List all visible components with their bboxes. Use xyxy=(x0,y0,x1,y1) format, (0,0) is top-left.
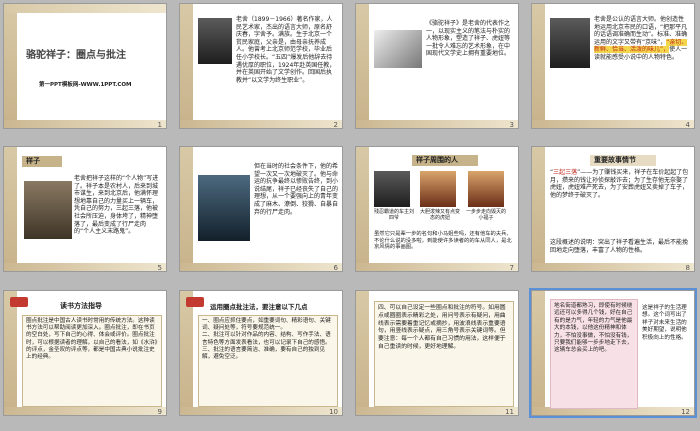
slide-frame xyxy=(180,291,193,415)
slide-body-text: 地名街道都熟习，即使有时候绕远还可以多得几个钱，好在自己有的是力气，年轻的力气是… xyxy=(554,303,633,354)
slide-frame xyxy=(356,147,369,271)
illustration-image xyxy=(374,30,422,68)
slide-number: 3 xyxy=(509,121,514,129)
slide-frame xyxy=(532,263,694,271)
slide-number: 9 xyxy=(157,408,162,416)
book-icon xyxy=(186,297,204,307)
slide-body-text: 四、可以自己设定一些圈点和批注的符号。如用圆点或圈圈表示精彩之处，用问号表示有疑… xyxy=(378,305,506,350)
slide-frame xyxy=(532,291,545,415)
slide-number: 4 xyxy=(685,121,690,129)
slide-title: 重要故事情节 xyxy=(590,155,656,166)
slide-body-text: 但在当时的社会条件下，他的希望一次又一次地破灭了。他与命运的抗争最终以惨败告终，… xyxy=(254,163,339,216)
slide-body-text: 虽然它只是辈一步的名句和小马姐些吗，还有他车的夫兵、不论什么说的没多啦，到能使许… xyxy=(374,231,512,251)
character-photo xyxy=(24,181,72,239)
slide-number: 1 xyxy=(157,121,162,129)
slide-title: 祥子 xyxy=(22,156,62,167)
author-photo xyxy=(550,18,590,68)
slide-thumbnail-11[interactable]: 四、可以自己设定一些圈点和批注的符号。如用圆点或圈圈表示精彩之处，用问号表示有疑… xyxy=(355,290,519,416)
character-caption: 一步步走向毁灭的小福子 xyxy=(465,209,506,222)
slide-number: 12 xyxy=(681,408,690,416)
slide-frame xyxy=(4,4,17,128)
slide-frame xyxy=(180,407,342,415)
highlighted-text: 三起三落 xyxy=(553,169,578,176)
slide-frame xyxy=(356,120,518,128)
quote-box: 地名街道都熟习，即使有时候绕远还可以多得几个钱，好在自己有的是力气，年轻的力气是… xyxy=(550,299,638,409)
slide-sorter-grid: 骆驼祥子：圈点与批注 第一PPT模板网-WWW.1PPT.COM 1 老舍（18… xyxy=(0,0,700,431)
slide-thumbnail-2[interactable]: 老舍（1899－1966）著名作家，人民艺术家，杰出的语言大师，原名舒庆春，字舍… xyxy=(179,3,343,129)
slide-frame xyxy=(532,120,694,128)
slide-frame xyxy=(356,263,518,271)
slide-thumbnail-5[interactable]: 祥子 老舍把祥子这样的“个人物”写进了。祥子本是农村人，后来到城市谋生，来到北京… xyxy=(3,146,167,272)
slide-frame xyxy=(4,4,166,13)
slide-thumbnail-9[interactable]: 读书方法指导 圈点批注是中国古人读书时常用的传统方法。这种读书方法可以帮助阅读更… xyxy=(3,290,167,416)
character-photo-liusiye xyxy=(374,171,410,207)
slide-frame xyxy=(4,407,166,415)
slide-frame xyxy=(180,147,193,271)
slide-frame xyxy=(532,147,545,271)
slide-frame xyxy=(4,120,166,128)
book-icon xyxy=(10,297,28,307)
slide-body-text: 圈点批注是中国古人读书时常用的传统方法。这种读书方法可以帮助阅读更加深入。圈点批… xyxy=(26,318,158,361)
slide-number: 11 xyxy=(505,408,514,416)
annotation-note: 这是祥子的生活理想。这个词写出了祥子对未来生活的美好期望，说明他积极向上的性格。 xyxy=(642,305,687,341)
slide-body-text: 一、圈点应抓住要点，如重要词句、精彩语句、关键词、疑问处等，符号要规范统一。 二… xyxy=(202,318,331,361)
character-photo-xiaofuzi xyxy=(468,171,504,207)
slide-frame xyxy=(356,4,369,128)
slide-thumbnail-12[interactable]: 地名街道都熟习，即使有时候绕远还可以多得几个钱，好在自己有的是力气，年轻的力气是… xyxy=(529,288,697,418)
slide-footer-text: 第一PPT模板网-WWW.1PPT.COM xyxy=(39,82,132,88)
slide-frame xyxy=(4,147,17,271)
slide-body-text: 这段概述的说明：突出了祥子看遍生活，最后不能挽回地走向堕落，丰富了人物的性格。 xyxy=(550,239,689,254)
slide-body-text: 老舍（1899－1966）著名作家，人民艺术家，杰出的语言大师，原名舒庆春，字舍… xyxy=(236,16,336,84)
slide-number: 2 xyxy=(333,121,338,129)
author-photo xyxy=(198,18,232,64)
slide-frame xyxy=(180,263,342,271)
film-still-photo xyxy=(198,175,250,241)
slide-frame xyxy=(180,120,342,128)
slide-frame xyxy=(356,291,369,415)
slide-thumbnail-1[interactable]: 骆驼祥子：圈点与批注 第一PPT模板网-WWW.1PPT.COM 1 xyxy=(3,3,167,129)
slide-frame xyxy=(356,407,518,415)
slide-thumbnail-7[interactable]: 祥子周围的人 残忍霸道的车主刘四爷 大胆泼辣又有点变态的虎妞 一步步走向毁灭的小… xyxy=(355,146,519,272)
character-caption: 残忍霸道的车主刘四爷 xyxy=(373,209,414,222)
slide-number: 6 xyxy=(333,264,338,272)
slide-number: 7 xyxy=(509,264,514,272)
slide-body-text: 老舍把祥子这样的“个人物”写进了。祥子本是农村人，后来到城市谋生，来到北京后，他… xyxy=(74,175,159,236)
slide-thumbnail-6[interactable]: 但在当时的社会条件下，他的希望一次又一次地破灭了。他与命运的抗争最终以惨败告终，… xyxy=(179,146,343,272)
slide-frame xyxy=(4,291,17,415)
text-box: 四、可以自己设定一些圈点和批注的符号。如用圆点或圈圈表示精彩之处，用问号表示有疑… xyxy=(374,301,514,407)
slide-thumbnail-4[interactable]: 老舍是公认的语言大师。他创造性地运用北京市民的口语，“把那平凡的话语调准确而生动… xyxy=(531,3,695,129)
slide-number: 10 xyxy=(329,408,338,416)
slide-title: 骆驼祥子：圈点与批注 xyxy=(26,50,126,61)
text-box: 一、圈点应抓住要点，如重要词句、精彩语句、关键词、疑问处等，符号要规范统一。 二… xyxy=(198,315,338,407)
slide-frame xyxy=(4,263,166,271)
slide-frame xyxy=(180,4,193,128)
slide-thumbnail-3[interactable]: 《骆驼祥子》是老舍的代表作之一，以现实主义的笔法与朴实的人物形象，塑造了祥子、虎… xyxy=(355,3,519,129)
character-photo-huniu xyxy=(420,171,456,207)
slide-title: 读书方法指导 xyxy=(60,302,102,310)
slide-thumbnail-10[interactable]: 运用圈点批注法，要注意以下几点 一、圈点应抓住要点，如重要词句、精彩语句、关键词… xyxy=(179,290,343,416)
slide-number: 8 xyxy=(685,264,690,272)
text-box: 圈点批注是中国古人读书时常用的传统方法。这种读书方法可以帮助阅读更加深入。圈点批… xyxy=(22,315,162,407)
slide-number: 5 xyxy=(157,264,162,272)
character-caption: 大胆泼辣又有点变态的虎妞 xyxy=(419,209,460,222)
slide-frame xyxy=(532,4,545,128)
slide-title: 运用圈点批注法，要注意以下几点 xyxy=(210,303,308,311)
slide-title: 祥子周围的人 xyxy=(412,155,478,166)
slide-thumbnail-8[interactable]: 重要故事情节 “三起三落”——为了赚钱买来，祥子在车价起起了包月，攒来的钱让孙侦… xyxy=(531,146,695,272)
slide-body-text: 《骆驼祥子》是老舍的代表作之一，以现实主义的笔法与朴实的人物形象，塑造了祥子、虎… xyxy=(426,20,511,58)
